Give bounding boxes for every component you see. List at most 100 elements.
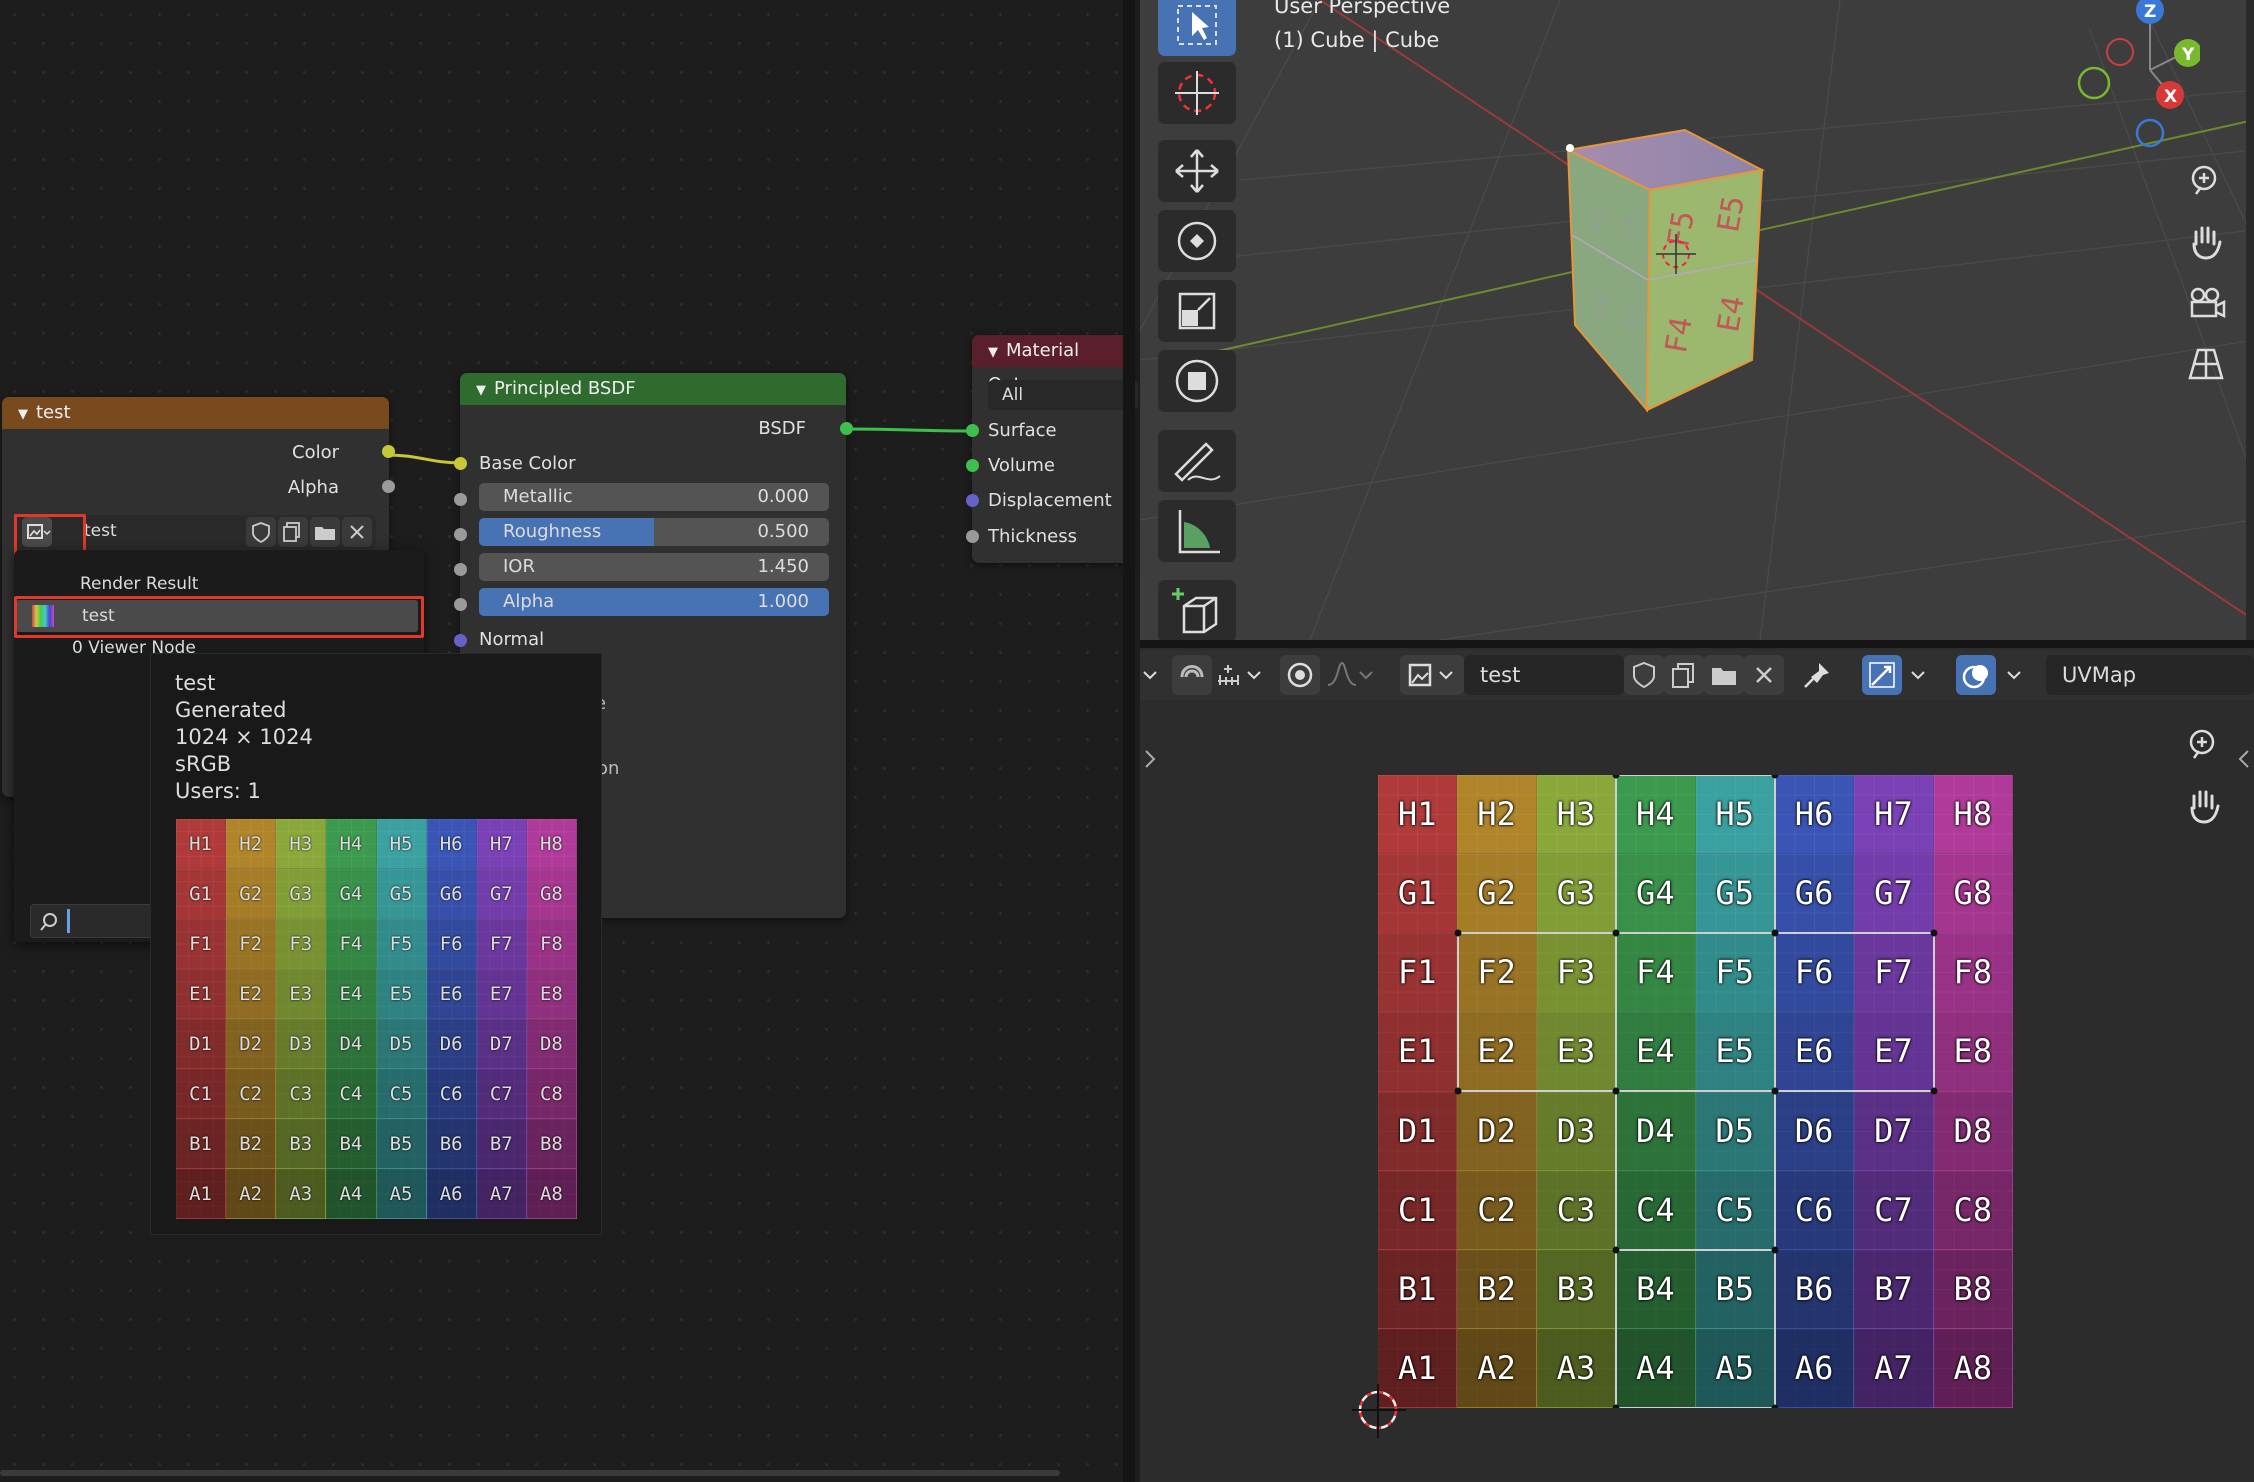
horizontal-scrollbar[interactable] <box>0 1470 1060 1476</box>
fake-user-button-uv[interactable] <box>1624 655 1664 695</box>
image-node-title: test <box>36 402 71 423</box>
overlays-toggle[interactable] <box>1956 655 1996 695</box>
ior-slider[interactable]: IOR 1.450 <box>479 553 829 581</box>
alpha-output-socket[interactable] <box>382 480 395 493</box>
bsdf-node-header[interactable]: ▼ Principled BSDF <box>460 373 846 405</box>
grid-cell: C4 <box>326 1069 377 1119</box>
area-divider[interactable] <box>1123 0 1135 1482</box>
overlays-dropdown[interactable] <box>1998 655 2032 695</box>
proportional-editing-toggle[interactable] <box>1280 655 1320 695</box>
metallic-slider[interactable]: Metallic 0.000 <box>479 483 829 511</box>
metallic-socket[interactable] <box>454 493 467 506</box>
editor-type-dropdown[interactable] <box>1140 655 1160 695</box>
grid-cell-label: E7 <box>489 982 513 1005</box>
scale-tool[interactable] <box>1158 280 1236 342</box>
metallic-value: 0.000 <box>757 486 809 507</box>
camera-view-button[interactable] <box>2180 278 2232 330</box>
select-box-tool[interactable] <box>1158 0 1236 56</box>
collapse-arrow-icon[interactable]: ▼ <box>18 407 28 422</box>
projection-toggle-button[interactable] <box>2180 338 2232 390</box>
alpha-slider[interactable]: Alpha 1.000 <box>479 588 829 616</box>
grid-cell: G7 <box>476 869 527 919</box>
pin-image-button[interactable] <box>1795 655 1839 695</box>
grid-cell: B7 <box>476 1119 527 1169</box>
open-image-button[interactable] <box>310 517 340 547</box>
test-item-highlight <box>14 596 424 638</box>
roughness-slider[interactable]: Roughness 0.500 <box>479 518 829 546</box>
roughness-socket[interactable] <box>454 528 467 541</box>
menu-item-render-result[interactable]: Render Result <box>80 574 198 594</box>
duplicate-image-button-uv[interactable] <box>1664 655 1704 695</box>
grid-cell: G2 <box>226 869 277 919</box>
rotate-tool[interactable] <box>1158 210 1236 272</box>
ior-socket[interactable] <box>454 563 467 576</box>
cursor-tool[interactable] <box>1158 62 1236 124</box>
falloff-dropdown[interactable] <box>1324 655 1374 695</box>
node-editor[interactable]: ▼ test Color Alpha test ▼ Principled BSDF … <box>0 0 1138 1482</box>
uv-select-mode-dropdown[interactable] <box>1904 655 1934 695</box>
grid-cell-label: F6 <box>439 932 463 955</box>
unlink-image-button-uv[interactable] <box>1744 655 1784 695</box>
grid-cell: G3 <box>276 869 327 919</box>
move-tool[interactable] <box>1158 140 1236 202</box>
sidebar-toggle-left[interactable] <box>1140 745 1160 778</box>
chevron-down-icon <box>1911 671 1925 680</box>
open-image-button-uv[interactable] <box>1704 655 1744 695</box>
image-name-input[interactable]: test <box>1464 655 1624 695</box>
measure-tool[interactable] <box>1158 500 1236 562</box>
grid-cell: A5 <box>376 1169 427 1219</box>
2d-cursor-icon[interactable] <box>1336 1378 1420 1462</box>
uv-zoom-button[interactable] <box>2178 720 2230 772</box>
collapse-arrow-icon[interactable]: ▼ <box>988 345 998 360</box>
cube-object[interactable]: F5 E5 F4 E4 H5 G5 H4 G4 <box>1560 120 1800 420</box>
surface-socket[interactable] <box>966 424 979 437</box>
grid-cell: H5 <box>376 819 427 869</box>
duplicate-icon <box>1672 663 1694 688</box>
uv-editor-header: test UVMap <box>1140 650 2254 700</box>
output-node-header[interactable]: ▼Material Outpu <box>972 335 1132 395</box>
collapse-arrow-icon[interactable]: ▼ <box>476 383 486 398</box>
bsdf-output-socket[interactable] <box>840 422 853 435</box>
uv-pan-button[interactable] <box>2178 780 2230 832</box>
normal-socket[interactable] <box>454 634 467 647</box>
grid-cell-label: D3 <box>289 1032 313 1055</box>
grid-cell: D2 <box>226 1019 277 1069</box>
add-cube-tool[interactable] <box>1158 580 1236 640</box>
3d-viewport[interactable]: F5 E5 F4 E4 H5 G5 H4 G4 User Perspective… <box>1140 0 2254 640</box>
annotate-tool[interactable] <box>1158 430 1236 492</box>
image-node-header[interactable]: ▼ test <box>2 397 389 429</box>
base-color-socket[interactable] <box>454 457 467 470</box>
grid-cell-label: C2 <box>239 1082 263 1105</box>
unlink-image-button[interactable] <box>342 517 372 547</box>
snap-toggle[interactable] <box>1172 655 1212 695</box>
material-output-node[interactable]: ▼Material Outpu All Surface Volume Displ… <box>966 335 1138 563</box>
displacement-socket[interactable] <box>966 494 979 507</box>
grid-cell-label: G6 <box>439 882 463 905</box>
volume-socket[interactable] <box>966 459 979 472</box>
fake-user-button[interactable] <box>246 517 276 547</box>
image-browse-button-uv[interactable] <box>1400 655 1464 695</box>
grid-cell: G8 <box>526 869 577 919</box>
grid-cell-label: H3 <box>289 832 313 855</box>
sidebar-toggle-right[interactable] <box>2234 745 2254 777</box>
grid-cell: C6 <box>426 1069 477 1119</box>
transform-tool[interactable] <box>1158 350 1236 412</box>
color-output-socket[interactable] <box>382 445 395 458</box>
snap-increment-dropdown[interactable] <box>1212 655 1264 695</box>
grid-cell: C7 <box>476 1069 527 1119</box>
pan-view-button[interactable] <box>2180 216 2232 268</box>
uv-map-selector[interactable]: UVMap <box>2046 655 2254 695</box>
alpha-socket[interactable] <box>454 598 467 611</box>
grid-cell: D3 <box>276 1019 327 1069</box>
thickness-socket[interactable] <box>966 530 979 543</box>
grid-cell-label: B7 <box>489 1132 513 1155</box>
duplicate-image-button[interactable] <box>278 517 308 547</box>
grid-cell-label: E5 <box>389 982 413 1005</box>
image-name-field[interactable]: test <box>84 521 117 541</box>
grid-cell-label: H4 <box>339 832 363 855</box>
zoom-view-button[interactable] <box>2180 156 2232 208</box>
uv-sync-selection-toggle[interactable] <box>1862 655 1902 695</box>
navigation-gizmo[interactable]: Z Y X <box>2070 0 2200 160</box>
target-dropdown[interactable]: All <box>988 380 1138 410</box>
grid-cell-label: G2 <box>239 882 263 905</box>
